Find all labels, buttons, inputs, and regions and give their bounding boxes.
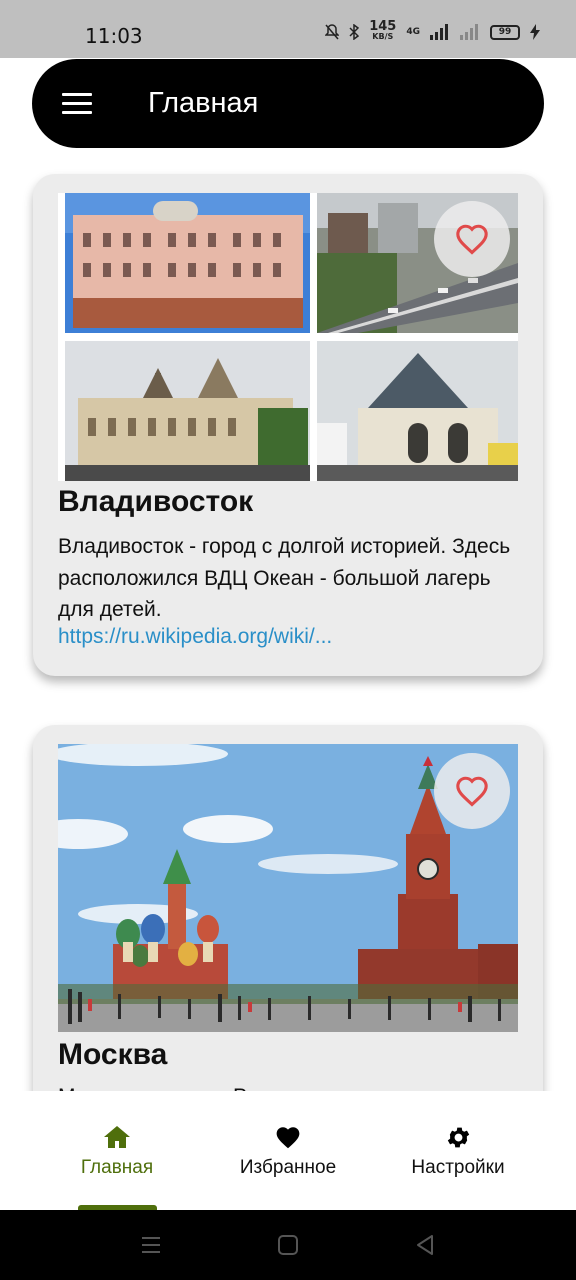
bottom-navigation: Главная Избранное Настройки (0, 1091, 576, 1210)
mute-icon (325, 24, 340, 40)
status-time: 11:03 (85, 24, 143, 48)
app-bar: Главная (32, 59, 544, 148)
gear-icon (447, 1127, 469, 1147)
nav-item-settings[interactable]: Настройки (373, 1123, 543, 1179)
heart-outline-icon (456, 224, 488, 255)
recent-apps-icon[interactable] (140, 1234, 162, 1256)
wiki-link[interactable]: https://ru.wikipedia.org/wiki/... (58, 625, 332, 649)
net-speed-unit: KB/S (372, 32, 394, 41)
app-screen: 11:03 145 KB/S 4G 99 Главная Владивосток… (0, 0, 576, 1280)
page-title: Главная (148, 87, 259, 119)
hamburger-menu-icon[interactable] (62, 93, 92, 115)
charging-icon (530, 24, 540, 40)
home-button-icon[interactable] (277, 1234, 299, 1256)
favorite-button[interactable] (434, 201, 510, 277)
signal-empty-icon (460, 24, 478, 40)
system-navigation-bar (0, 1210, 576, 1280)
home-icon (104, 1126, 130, 1148)
net-speed-value: 145 (369, 19, 397, 34)
nav-label: Главная (80, 1157, 154, 1178)
nav-label: Избранное (239, 1157, 337, 1178)
nav-item-favorites[interactable]: Избранное (203, 1123, 373, 1179)
network-type: 4G (406, 27, 420, 37)
signal-icon (430, 24, 448, 40)
card-title: Владивосток (58, 485, 254, 518)
status-icons: 145 KB/S 4G 99 (325, 19, 540, 42)
card-description: Владивосток - город с долгой историей. З… (58, 535, 511, 621)
card-title: Москва (58, 1038, 168, 1071)
city-card-moscow[interactable]: Москва Москва - столица России (33, 725, 543, 1145)
heart-outline-icon (456, 776, 488, 807)
back-icon[interactable] (414, 1234, 436, 1256)
nav-label: Настройки (411, 1157, 505, 1178)
bluetooth-icon (349, 24, 360, 40)
battery-level: 99 (498, 26, 512, 37)
city-card-vladivostok[interactable]: Владивосток Владивосток - город с долгой… (33, 174, 543, 676)
net-speed: 145 KB/S (369, 19, 397, 42)
nav-item-home[interactable]: Главная (32, 1123, 202, 1179)
status-bar: 11:03 145 KB/S 4G 99 (0, 0, 576, 58)
favorite-button[interactable] (434, 753, 510, 829)
heart-icon (276, 1126, 300, 1148)
battery-icon: 99 (490, 24, 520, 40)
